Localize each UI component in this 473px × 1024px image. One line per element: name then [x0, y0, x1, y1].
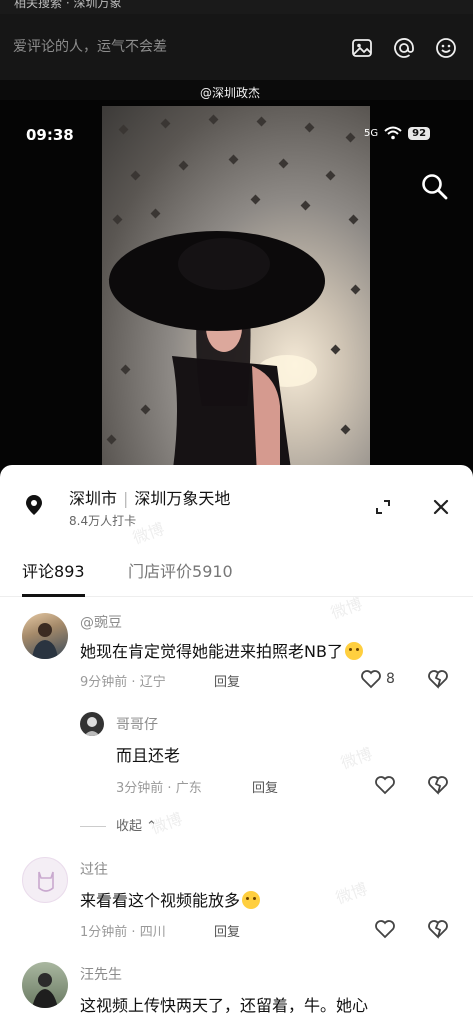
smile-emoji-icon — [242, 891, 261, 909]
tab-comments[interactable]: 评论893 — [22, 561, 85, 597]
laughing-emoji-icon — [344, 642, 363, 660]
comment-text: 来看看这个视频能放多 — [80, 887, 261, 911]
comment-username[interactable]: 过往 — [80, 859, 108, 879]
top-strip: 相关搜索 · 深圳万象 — [0, 0, 473, 14]
location-comments-sheet: 深圳市 | 深圳万象天地 8.4万人打卡 评论893 门店评价5910 微博 微博 … — [0, 465, 473, 1024]
reply-item: 哥哥仔 而且还老 3分钟前 · 广东 回复 — [0, 710, 473, 800]
like-count: 8 — [386, 671, 395, 687]
location-city: 深圳市 — [69, 489, 118, 508]
signal-label: 5G — [364, 127, 379, 139]
dislike-broken-heart-icon[interactable] — [427, 669, 449, 689]
video-area[interactable]: 09:38 5G 92 — [0, 100, 473, 470]
comment-username[interactable]: @豌豆 — [80, 612, 122, 632]
battery-level: 92 — [408, 126, 431, 140]
image-icon[interactable] — [350, 36, 374, 60]
status-indicators: 5G 92 — [364, 126, 431, 140]
comment-text: 而且还老 — [116, 746, 181, 765]
comment-item: 汪先生 这视频上传快两天了，还留着，牛。她心 — [0, 962, 473, 1024]
comment-text: 她现在肯定觉得她能进来拍照老NB了 — [80, 638, 363, 662]
expand-icon[interactable] — [374, 498, 392, 516]
like-heart-icon[interactable] — [374, 775, 396, 795]
dislike-broken-heart-icon[interactable] — [427, 919, 449, 939]
search-icon[interactable] — [420, 172, 450, 202]
video-frame — [102, 106, 370, 470]
comment-input-bar[interactable]: 爱评论的人，运气不会差 — [0, 14, 473, 80]
emoji-icon[interactable] — [434, 36, 458, 60]
comment-meta: 1分钟前 · 四川 — [80, 925, 166, 940]
tab-store-reviews[interactable]: 门店评价5910 — [128, 561, 233, 597]
comment-username[interactable]: 汪先生 — [80, 964, 122, 984]
comment-tabs: 评论893 门店评价5910 — [0, 561, 473, 597]
comment-item: 过往 来看看这个视频能放多 1分钟前 · 四川 回复 — [0, 857, 473, 947]
comment-username[interactable]: 哥哥仔 — [116, 714, 158, 734]
like-heart-icon[interactable] — [374, 919, 396, 939]
comment-meta: 3分钟前 · 广东 — [116, 781, 202, 796]
close-icon[interactable] — [431, 497, 451, 517]
location-title: 深圳市 | 深圳万象天地 — [69, 489, 231, 508]
avatar[interactable] — [80, 712, 104, 736]
comment-text: 这视频上传快两天了，还留着，牛。她心 — [80, 996, 369, 1015]
reply-button[interactable]: 回复 — [214, 921, 240, 940]
like-heart-icon[interactable] — [360, 669, 382, 689]
at-icon[interactable] — [392, 36, 416, 60]
location-place: 深圳万象天地 — [134, 489, 231, 508]
wifi-icon — [384, 126, 402, 140]
comment-meta: 9分钟前 · 辽宁 — [80, 675, 166, 690]
comment-item: @豌豆 她现在肯定觉得她能进来拍照老NB了 9分钟前 · 辽宁 回复 8 — [0, 610, 473, 700]
avatar[interactable] — [22, 962, 68, 1008]
comment-input-placeholder[interactable]: 爱评论的人，运气不会差 — [13, 36, 167, 56]
checkin-count: 8.4万人打卡 — [69, 514, 137, 528]
reply-button[interactable]: 回复 — [252, 777, 278, 796]
dislike-broken-heart-icon[interactable] — [427, 775, 449, 795]
reply-button[interactable]: 回复 — [214, 671, 240, 690]
watermark: @深圳政杰 — [200, 86, 261, 100]
collapse-replies-button[interactable]: 收起 ⌃ — [80, 815, 157, 834]
avatar[interactable] — [22, 857, 68, 903]
avatar[interactable] — [22, 613, 68, 659]
location-pin-icon — [22, 493, 46, 517]
location-header[interactable]: 深圳市 | 深圳万象天地 8.4万人打卡 — [0, 465, 473, 545]
top-strip-text: 相关搜索 · 深圳万象 — [14, 0, 122, 10]
collapse-line — [80, 826, 106, 827]
status-time: 09:38 — [26, 126, 74, 144]
